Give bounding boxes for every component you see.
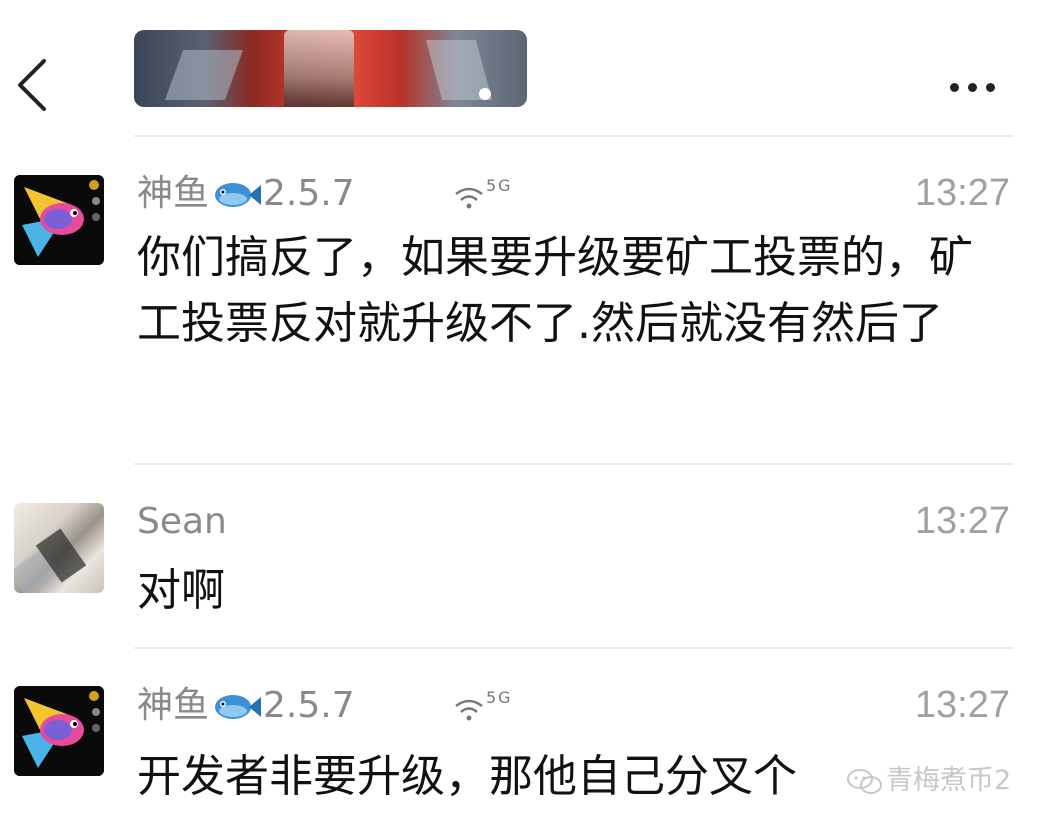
sender-name: 神鱼 2.5.7 — [137, 684, 355, 728]
fish-emoji-icon — [215, 183, 262, 207]
version-label: 2.5.7 — [263, 685, 355, 726]
message-time: 13:27 — [914, 500, 1010, 542]
version-label: 2.5.7 — [263, 173, 355, 214]
sender-name: 神鱼 2.5.7 — [137, 172, 355, 216]
message-time: 13:27 — [914, 684, 1010, 726]
fish-avatar-icon — [14, 175, 104, 265]
fish-avatar-icon — [14, 686, 104, 776]
sender-name-text: 神鱼 — [137, 685, 210, 726]
wifi-icon — [455, 187, 483, 209]
fish-emoji-icon — [215, 695, 262, 719]
more-options-icon[interactable] — [950, 77, 1006, 92]
network-label: 5G — [486, 176, 513, 195]
divider — [134, 463, 1013, 465]
message-text: 你们搞反了，如果要升级要矿工投票的，矿工投票反对就升级不了.然后就没有然后了 — [137, 232, 973, 349]
sender-name-text: 神鱼 — [137, 173, 210, 214]
avatar[interactable] — [14, 503, 104, 593]
header-banner-image[interactable] — [134, 30, 527, 107]
divider — [134, 135, 1013, 137]
watermark-text: 青梅煮币2 — [886, 765, 1012, 796]
wifi-icon — [455, 699, 483, 721]
back-chevron-icon[interactable] — [14, 55, 54, 115]
sender-name: Sean — [137, 501, 227, 542]
avatar[interactable] — [14, 686, 104, 776]
message-time: 13:27 — [914, 172, 1010, 214]
message-text: 对啊 — [137, 565, 225, 616]
watermark: 青梅煮币2 — [846, 758, 1011, 797]
avatar[interactable] — [14, 175, 104, 265]
wechat-icon — [847, 768, 882, 794]
divider — [134, 647, 1013, 649]
network-label: 5G — [486, 688, 513, 707]
